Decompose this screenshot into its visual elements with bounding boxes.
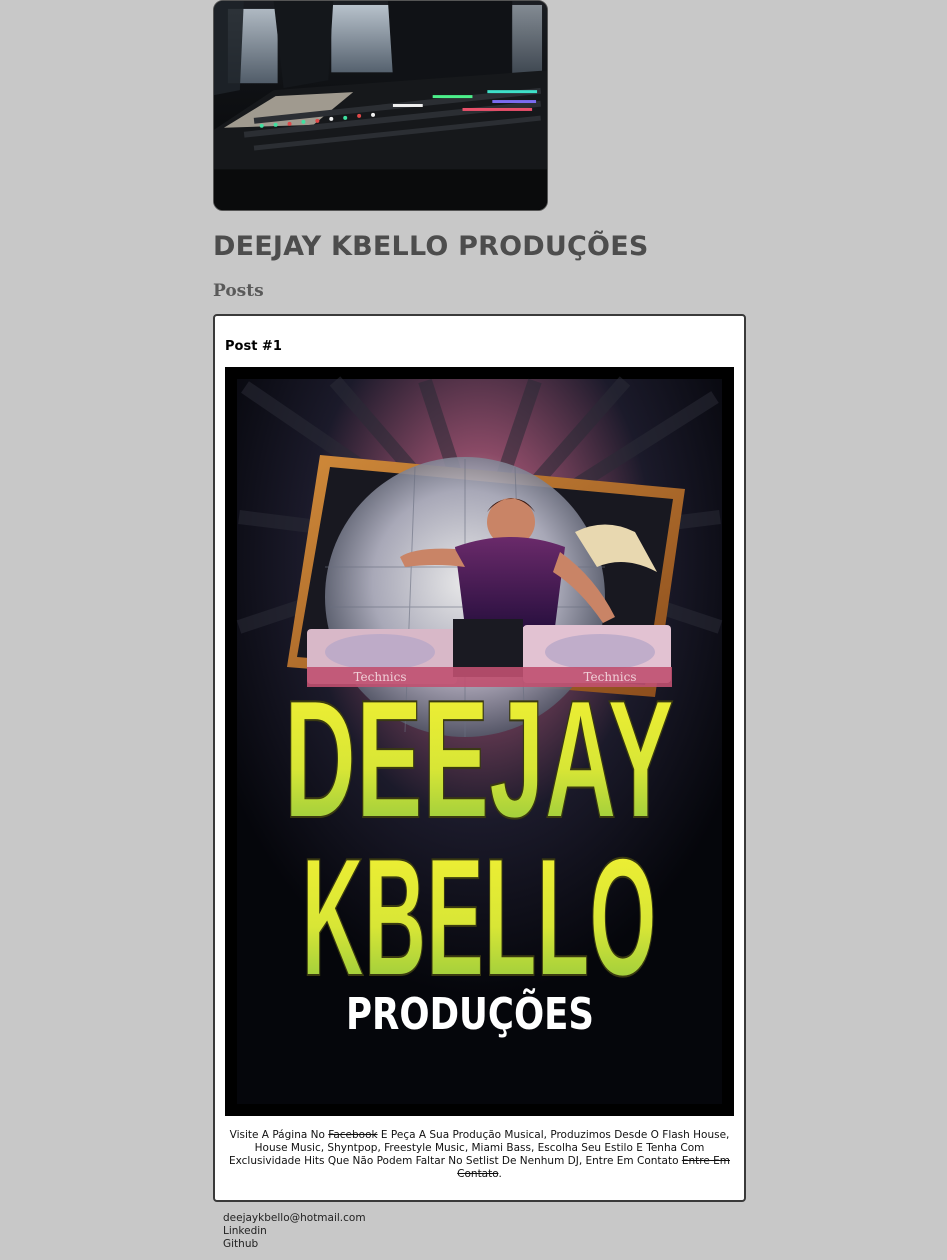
- footer-linkedin-link[interactable]: Linkedin: [223, 1225, 366, 1238]
- header-banner-image: [213, 0, 548, 211]
- post-title: Post #1: [225, 339, 282, 354]
- poster-line-producoes: PRODUÇÕES: [346, 987, 594, 1040]
- post-description: Visite A Página No Facebook E Peça A Sua…: [225, 1129, 734, 1181]
- post-text-facebook: Facebook: [328, 1129, 378, 1141]
- post-card: Post #1 Technics Technics DEEJAY KBELLO …: [213, 314, 746, 1202]
- post-poster-image: Technics Technics DEEJAY KBELLO PRODUÇÕE…: [225, 367, 734, 1116]
- section-title: Posts: [213, 281, 264, 301]
- post-text-part1: Visite A Página No: [229, 1129, 329, 1141]
- footer-email-link[interactable]: deejaykbello@hotmail.com: [223, 1212, 366, 1225]
- post-text-part3: .: [498, 1168, 502, 1180]
- poster-line-kbello: KBELLO: [302, 823, 657, 1011]
- footer: deejaykbello@hotmail.com Linkedin Github: [223, 1212, 366, 1251]
- footer-github-link[interactable]: Github: [223, 1238, 366, 1251]
- site-title: DEEJAY KBELLO PRODUÇÕES: [213, 231, 649, 262]
